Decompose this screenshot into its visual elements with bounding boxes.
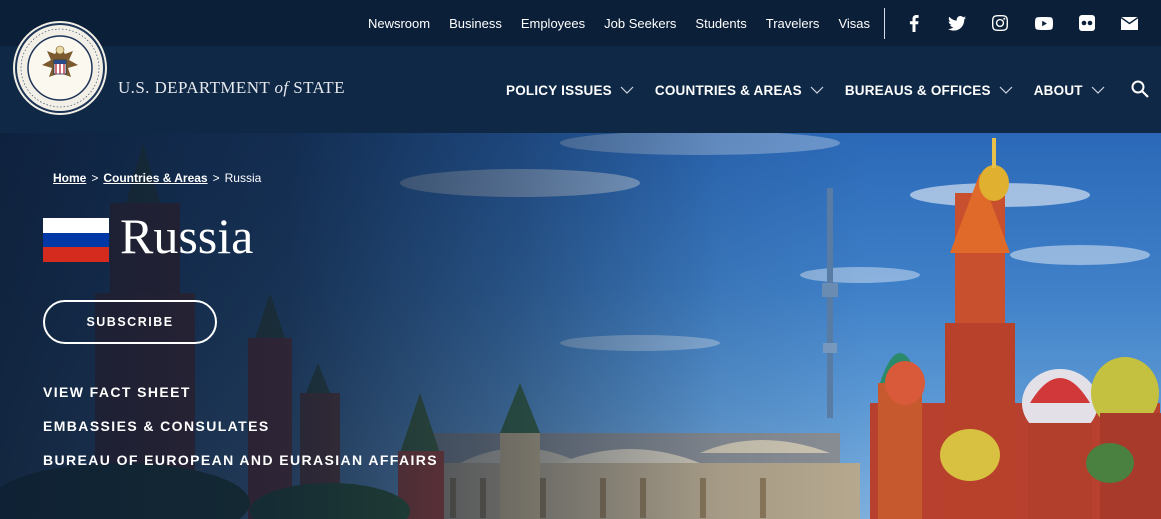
facebook-icon[interactable] [902,11,926,35]
breadcrumb-countries-areas[interactable]: Countries & Areas [103,171,207,185]
link-view-fact-sheet[interactable]: VIEW FACT SHEET [43,382,438,416]
quick-links: VIEW FACT SHEET EMBASSIES & CONSULATES B… [43,382,438,484]
email-icon[interactable] [1118,11,1142,35]
utility-link-employees[interactable]: Employees [521,16,585,31]
twitter-icon[interactable] [945,11,969,35]
nav-label: POLICY ISSUES [506,82,612,98]
utility-link-students[interactable]: Students [695,16,746,31]
breadcrumb-home[interactable]: Home [53,171,86,185]
chevron-down-icon [810,86,824,94]
nav-label: ABOUT [1033,82,1083,98]
breadcrumb: Home > Countries & Areas > Russia [53,171,261,185]
utility-link-business[interactable]: Business [449,16,502,31]
youtube-icon[interactable] [1032,11,1056,35]
nav-label: COUNTRIES & AREAS [654,82,802,98]
nav-countries-areas[interactable]: COUNTRIES & AREAS [655,83,824,98]
chevron-down-icon [620,86,634,94]
site-header: Newsroom Business Employees Job Seekers … [0,0,1161,133]
link-bureau-european-eurasian-affairs[interactable]: BUREAU OF EUROPEAN AND EURASIAN AFFAIRS [43,450,438,484]
site-brand-name[interactable]: U.S. DEPARTMENT of STATE [118,78,345,98]
search-icon[interactable] [1131,80,1149,98]
brand-suffix: STATE [288,78,345,97]
brand-prefix: U.S. DEPARTMENT [118,78,275,97]
utility-link-travelers[interactable]: Travelers [766,16,820,31]
breadcrumb-separator: > [91,171,99,185]
brand-of: of [274,78,289,97]
main-nav: POLICY ISSUES COUNTRIES & AREAS BUREAUS … [506,78,1126,102]
utility-links: Newsroom Business Employees Job Seekers … [349,0,870,46]
utility-link-job-seekers[interactable]: Job Seekers [604,16,676,31]
utility-bar: Newsroom Business Employees Job Seekers … [0,0,1161,46]
nav-bureaus-offices[interactable]: BUREAUS & OFFICES [845,83,1013,98]
utility-divider [884,8,885,39]
flickr-icon[interactable] [1075,11,1099,35]
breadcrumb-separator: > [212,171,220,185]
nav-policy-issues[interactable]: POLICY ISSUES [506,83,634,98]
subscribe-button[interactable]: SUBSCRIBE [43,300,217,344]
breadcrumb-current: Russia [224,171,262,185]
chevron-down-icon [1091,86,1105,94]
instagram-icon[interactable] [988,11,1012,35]
russia-flag-icon [43,218,109,262]
nav-label: BUREAUS & OFFICES [844,82,991,98]
nav-about[interactable]: ABOUT [1034,83,1105,98]
department-seal-logo[interactable] [12,20,108,116]
link-embassies-consulates[interactable]: EMBASSIES & CONSULATES [43,416,438,450]
utility-link-newsroom[interactable]: Newsroom [368,16,430,31]
social-links [902,0,1142,46]
utility-link-visas[interactable]: Visas [838,16,870,31]
page-title: Russia [120,208,254,264]
chevron-down-icon [999,86,1013,94]
